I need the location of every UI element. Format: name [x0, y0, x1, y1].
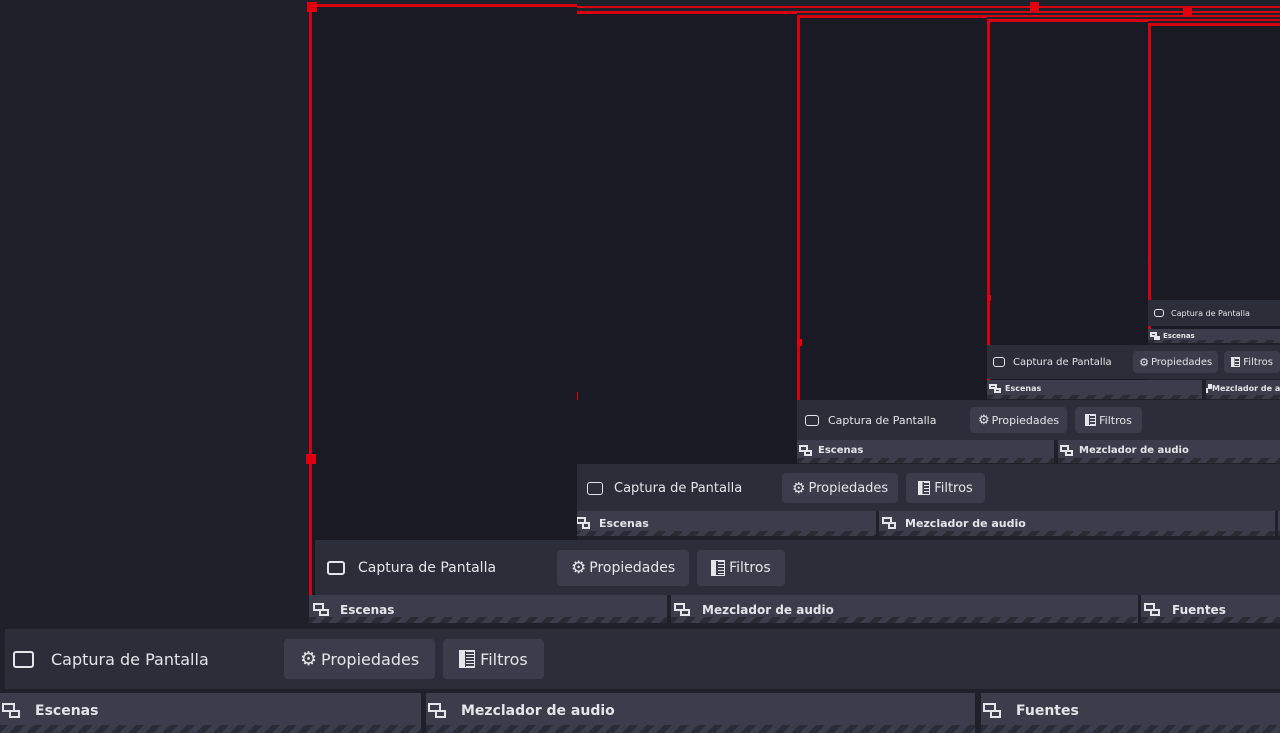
- dock-icon: [983, 703, 1002, 718]
- dock-icon: [428, 703, 447, 718]
- scenes-dock-tab[interactable]: Escenas: [0, 693, 421, 733]
- preview-canvas: [309, 4, 577, 623]
- scenes-dock-tab[interactable]: Escenas: [309, 595, 667, 623]
- gear-icon: ⚙: [300, 648, 318, 670]
- sources-label: Fuentes: [1016, 703, 1079, 719]
- source-title: Captura de Pantalla: [327, 560, 557, 576]
- gear-icon: ⚙: [571, 557, 587, 578]
- source-name: Captura de Pantalla: [358, 559, 497, 576]
- filters-button[interactable]: Filtros: [443, 639, 544, 679]
- monitor-icon: [327, 560, 345, 575]
- properties-button[interactable]: ⚙ Propiedades: [284, 639, 436, 679]
- transform-handle[interactable]: [307, 2, 317, 12]
- filters-label: Filtros: [729, 559, 771, 576]
- dock-icon: [674, 603, 690, 616]
- properties-label: Propiedades: [589, 559, 676, 576]
- dock-icon: [1144, 603, 1160, 616]
- filter-icon: [459, 650, 476, 668]
- dock-row: Escenas Mezclador de audio Fuentes: [309, 595, 1280, 623]
- audio-mixer-dock-tab[interactable]: Mezclador de audio: [426, 693, 975, 733]
- transform-handle[interactable]: [306, 454, 316, 464]
- audio-mixer-label: Mezclador de audio: [461, 703, 615, 719]
- nested-preview-level-1: Captura de Pantalla ⚙ Propiedades Filtro…: [306, 2, 1280, 623]
- source-name: Captura de Pantalla: [51, 649, 209, 669]
- dock-icon: [313, 603, 329, 616]
- source-title: Captura de Pantalla: [13, 650, 284, 669]
- filters-label: Filtros: [480, 649, 528, 669]
- source-toolbar: Captura de Pantalla ⚙ Propiedades Filtro…: [315, 540, 1280, 595]
- properties-label: Propiedades: [321, 649, 420, 669]
- dock-icon: [2, 703, 21, 718]
- sources-dock-tab[interactable]: Fuentes: [1141, 595, 1280, 623]
- audio-mixer-dock-tab[interactable]: Mezclador de audio: [671, 595, 1138, 623]
- sources-label: Fuentes: [1172, 603, 1226, 617]
- scenes-label: Escenas: [340, 603, 395, 617]
- filter-icon: [711, 559, 726, 576]
- sources-dock-tab[interactable]: Fuentes: [981, 693, 1280, 733]
- dock-row: Escenas Mezclador de audio Fuentes: [0, 693, 1280, 733]
- filters-button[interactable]: Filtros: [697, 549, 785, 586]
- source-toolbar: Captura de Pantalla ⚙ Propiedades Filtro…: [5, 629, 1280, 689]
- properties-button[interactable]: ⚙ Propiedades: [557, 549, 690, 586]
- monitor-icon: [13, 650, 34, 668]
- scenes-label: Escenas: [35, 703, 99, 719]
- audio-mixer-label: Mezclador de audio: [702, 603, 834, 617]
